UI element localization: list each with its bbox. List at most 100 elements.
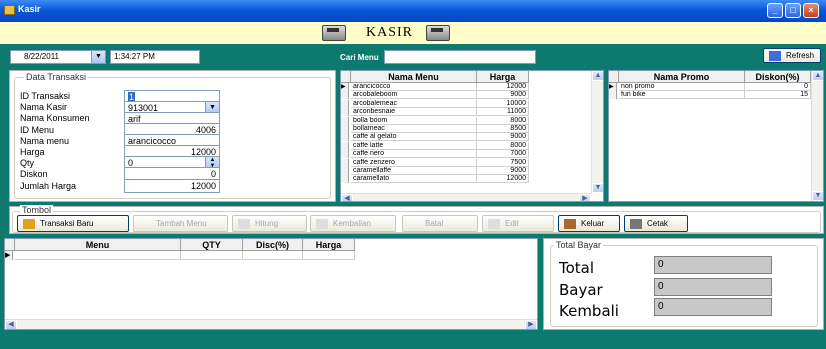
name-cell[interactable]: caffe zenzero	[351, 158, 477, 167]
hitung-button[interactable]: Hitung	[232, 215, 307, 232]
name-cell[interactable]: caramellato	[351, 175, 477, 184]
bayar-field[interactable]: 0	[654, 278, 772, 296]
value-cell[interactable]: 12000	[477, 175, 529, 184]
batal-button[interactable]: Batal	[402, 215, 478, 232]
menu-header[interactable]: Menu	[15, 239, 181, 251]
tambah-menu-button[interactable]: Tambah Menu	[133, 215, 228, 232]
scroll-left-icon[interactable]: ◀	[5, 320, 17, 329]
scroll-right-icon[interactable]: ▶	[579, 194, 591, 201]
order-menu-cell[interactable]	[15, 251, 181, 260]
value-cell[interactable]: 15	[745, 91, 811, 100]
row-selector[interactable]	[341, 91, 349, 100]
name-cell[interactable]: fun bike	[619, 91, 745, 100]
row-selector[interactable]	[609, 91, 617, 100]
order-disc-cell[interactable]	[243, 251, 303, 260]
menu-grid[interactable]: Nama Menu Harga ▶ arancicocco 12000 arcobal…	[340, 70, 604, 202]
name-cell[interactable]: arcobaleboom	[351, 91, 477, 100]
value-cell[interactable]: 11000	[477, 108, 529, 117]
value-cell[interactable]: 8000	[477, 116, 529, 125]
row-selector[interactable]	[341, 99, 349, 108]
value-cell[interactable]: 7500	[477, 158, 529, 167]
row-pointer-icon[interactable]: ▶	[609, 83, 617, 91]
row-selector[interactable]	[341, 141, 349, 150]
keluar-button[interactable]: Keluar	[558, 215, 620, 232]
menu-vertical-scrollbar[interactable]: ▲ ▼	[591, 71, 603, 193]
disc-header[interactable]: Disc(%)	[243, 239, 303, 251]
table-row[interactable]: bollameac 8500	[341, 125, 529, 133]
row-selector[interactable]	[341, 158, 349, 167]
order-qty-cell[interactable]	[181, 251, 243, 260]
table-row[interactable]: arcobaleboom 9000	[341, 91, 529, 100]
table-row[interactable]: arcoribesnaie 11000	[341, 108, 529, 117]
name-cell[interactable]: bollameac	[351, 125, 477, 133]
value-cell[interactable]: 12000	[477, 83, 529, 91]
table-row[interactable]: arcobalemeac 10000	[341, 99, 529, 108]
value-cell[interactable]: 8000	[477, 141, 529, 150]
search-input[interactable]	[384, 50, 536, 64]
name-cell[interactable]: bolla boom	[351, 116, 477, 125]
promo-vertical-scrollbar[interactable]: ▲ ▼	[811, 71, 823, 201]
nama-promo-header[interactable]: Nama Promo	[619, 71, 745, 83]
value-cell[interactable]: 7000	[477, 150, 529, 159]
chevron-down-icon[interactable]: ▼	[91, 51, 105, 63]
edit-button[interactable]: Edit	[482, 215, 554, 232]
value-cell[interactable]: 9000	[477, 167, 529, 175]
kembalian-button[interactable]: Kembalian	[310, 215, 396, 232]
table-row[interactable]: ▶ non promo 0	[609, 83, 811, 91]
promo-grid[interactable]: Nama Promo Diskon(%) ▶ non promo 0 fun bike…	[608, 70, 824, 202]
name-cell[interactable]: arcobalemeac	[351, 99, 477, 108]
close-button[interactable]: ×	[803, 3, 819, 18]
scroll-down-icon[interactable]: ▼	[812, 191, 823, 201]
scroll-up-icon[interactable]: ▲	[592, 71, 603, 81]
table-row[interactable]: caramellaffe 9000	[341, 167, 529, 175]
table-row[interactable]: ▶ arancicocco 12000	[341, 83, 529, 91]
row-pointer-icon[interactable]: ▶	[341, 83, 349, 91]
name-cell[interactable]: caffe al gelato	[351, 133, 477, 142]
order-horizontal-scrollbar[interactable]: ◀ ▶	[5, 319, 537, 329]
table-row[interactable]: caffe al gelato 9000	[341, 133, 529, 142]
value-cell[interactable]: 9000	[477, 91, 529, 100]
table-row[interactable]: fun bike 15	[609, 91, 811, 100]
harga-header[interactable]: Harga	[477, 71, 529, 83]
row-selector[interactable]	[341, 175, 349, 184]
name-cell[interactable]: arancicocco	[351, 83, 477, 91]
scroll-left-icon[interactable]: ◀	[341, 194, 353, 201]
row-selector[interactable]	[341, 150, 349, 159]
jumlah-harga-field[interactable]: 12000	[124, 179, 220, 193]
value-cell[interactable]: 0	[745, 83, 811, 91]
table-row[interactable]: caramellato 12000	[341, 175, 529, 184]
transaksi-baru-button[interactable]: Transaksi Baru	[17, 215, 129, 232]
row-selector[interactable]	[341, 108, 349, 117]
qty-header[interactable]: QTY	[181, 239, 243, 251]
name-cell[interactable]: non promo	[619, 83, 745, 91]
refresh-button[interactable]: Refresh	[763, 48, 821, 63]
row-selector[interactable]	[341, 125, 349, 133]
row-selector[interactable]	[341, 116, 349, 125]
value-cell[interactable]: 8500	[477, 125, 529, 133]
scroll-right-icon[interactable]: ▶	[525, 320, 537, 329]
name-cell[interactable]: caffe latte	[351, 141, 477, 150]
name-cell[interactable]: caramellaffe	[351, 167, 477, 175]
value-cell[interactable]: 9000	[477, 133, 529, 142]
order-grid[interactable]: Menu QTY Disc(%) Harga ▶ ◀ ▶	[4, 238, 538, 330]
table-row[interactable]: caffe nero 7000	[341, 150, 529, 159]
row-selector[interactable]	[341, 133, 349, 142]
date-picker[interactable]: 8/22/2011 ▼	[10, 50, 106, 64]
diskon-header[interactable]: Diskon(%)	[745, 71, 811, 83]
order-harga-cell[interactable]	[303, 251, 355, 260]
menu-horizontal-scrollbar[interactable]: ◀ ▶	[341, 193, 591, 201]
row-selector[interactable]	[341, 167, 349, 175]
nama-menu-header[interactable]: Nama Menu	[351, 71, 477, 83]
name-cell[interactable]: arcoribesnaie	[351, 108, 477, 117]
maximize-button[interactable]: □	[785, 3, 801, 18]
table-row[interactable]: ▶	[5, 251, 355, 260]
harga-header[interactable]: Harga	[303, 239, 355, 251]
scroll-up-icon[interactable]: ▲	[812, 71, 823, 81]
table-row[interactable]: bolla boom 8000	[341, 116, 529, 125]
name-cell[interactable]: caffe nero	[351, 150, 477, 159]
table-row[interactable]: caffe zenzero 7500	[341, 158, 529, 167]
minimize-button[interactable]: _	[767, 3, 783, 18]
cetak-button[interactable]: Cetak	[624, 215, 688, 232]
table-row[interactable]: caffe latte 8000	[341, 141, 529, 150]
scroll-down-icon[interactable]: ▼	[592, 183, 603, 193]
